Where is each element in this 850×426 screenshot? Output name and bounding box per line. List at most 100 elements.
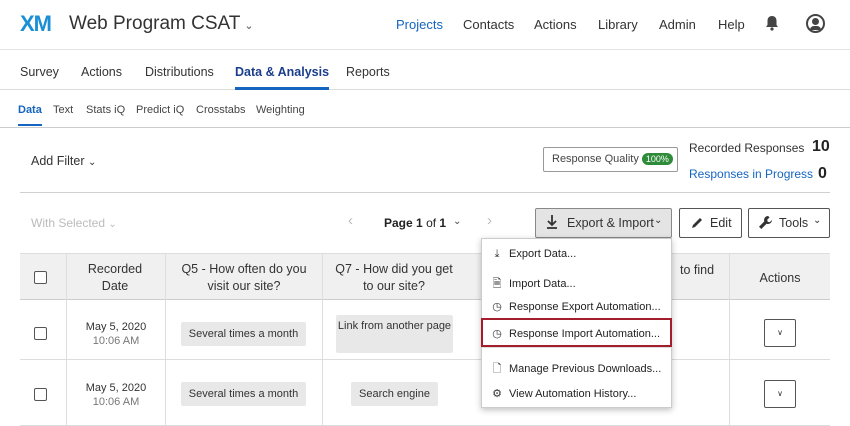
with-selected-dropdown[interactable]: With Selected ⌄ (31, 216, 117, 230)
nav-library[interactable]: Library (598, 17, 638, 32)
header-q7[interactable]: Q7 - How did you get to our site? (329, 261, 459, 295)
pencil-icon (690, 216, 704, 233)
with-selected-label: With Selected (31, 216, 106, 230)
next-page-icon[interactable]: › (487, 212, 492, 229)
responses-in-progress-link[interactable]: Responses in Progress (689, 167, 813, 181)
menu-label: Import Data... (509, 278, 576, 290)
header-partial-question[interactable]: to find (672, 262, 722, 279)
bell-icon[interactable] (765, 15, 779, 36)
chevron-down-icon: ⌄ (244, 20, 254, 32)
response-quality-button[interactable]: Response Quality 100% (543, 147, 678, 172)
chevron-down-icon: ⌄ (87, 157, 97, 168)
q5-answer-tag: Several times a month (181, 322, 306, 346)
date-text: May 5, 2020 (85, 321, 147, 333)
user-avatar-icon[interactable] (806, 14, 825, 33)
table-header: Recorded Date Q5 - How often do you visi… (20, 253, 830, 300)
page-word: Page (384, 216, 413, 230)
menu-item-import-data[interactable]: 🗎 Import Data... (490, 275, 576, 294)
header-recorded-date[interactable]: Recorded Date (75, 261, 155, 295)
clock-icon: ◷ (492, 301, 502, 313)
previous-page-icon[interactable]: ‹ (348, 212, 353, 229)
row-checkbox[interactable] (34, 327, 47, 340)
subtab-weighting[interactable]: Weighting (256, 104, 305, 116)
file-icon: 🗎 (492, 278, 502, 290)
nav-help[interactable]: Help (718, 17, 745, 32)
gear-icon: ⚙ (492, 388, 502, 400)
select-all-checkbox[interactable] (34, 271, 47, 284)
page-indicator[interactable]: Page 1 of 1 (384, 216, 446, 230)
chevron-down-icon: ⌄ (813, 215, 822, 226)
subtab-data[interactable]: Data (18, 104, 42, 126)
q7-answer-tag: Search engine (351, 382, 438, 406)
menu-item-response-export-automation[interactable]: ◷ Response Export Automation... (490, 300, 661, 313)
chevron-down-icon[interactable]: ⌄ (453, 216, 461, 227)
divider (20, 192, 830, 193)
subtab-stats-iq[interactable]: Stats iQ (86, 104, 125, 116)
download-icon (546, 214, 558, 233)
menu-item-manage-downloads[interactable]: 🗋 Manage Previous Downloads... (490, 360, 662, 379)
date-text: May 5, 2020 (85, 382, 147, 394)
document-icon: 🗋 (492, 363, 502, 375)
response-quality-label: Response Quality (552, 153, 639, 165)
tab-reports[interactable]: Reports (346, 65, 390, 79)
table-row: May 5, 2020 10:06 AM Several times a mont… (20, 300, 830, 360)
tab-distributions[interactable]: Distributions (145, 65, 214, 79)
export-import-label: Export & Import (567, 216, 654, 230)
sub-tabs: Data Text Stats iQ Predict iQ Crosstabs … (0, 90, 850, 128)
export-import-button[interactable]: Export & Import ⌄ (535, 208, 672, 238)
project-selector[interactable]: Web Program CSAT ⌄ (69, 13, 254, 35)
header-q5[interactable]: Q5 - How often do you visit our site? (172, 261, 316, 295)
tab-actions[interactable]: Actions (81, 65, 122, 79)
recorded-responses-label: Recorded Responses (689, 141, 805, 155)
page-total: 1 (439, 216, 447, 230)
tools-label: Tools (779, 216, 809, 230)
menu-item-view-automation-history[interactable]: ⚙ View Automation History... (490, 387, 636, 400)
download-icon: ⤓ (494, 248, 500, 260)
menu-label: View Automation History... (509, 388, 637, 400)
menu-label: Manage Previous Downloads... (509, 363, 662, 375)
time-text: 10:06 AM (92, 335, 140, 347)
main-tabs: Survey Actions Distributions Data & Anal… (0, 50, 850, 90)
row-actions-chevron-icon[interactable]: ∨ (764, 319, 796, 347)
response-quality-badge: 100% (641, 153, 673, 165)
q5-answer-tag: Several times a month (181, 382, 306, 406)
add-filter-label: Add Filter (31, 154, 85, 168)
row-actions-chevron-icon[interactable]: ∨ (764, 380, 796, 408)
subtab-crosstabs[interactable]: Crosstabs (196, 104, 246, 116)
recorded-date-cell: May 5, 2020 10:06 AM (66, 320, 166, 348)
nav-contacts[interactable]: Contacts (463, 17, 514, 32)
edit-button[interactable]: Edit (679, 208, 742, 238)
wrench-icon (758, 215, 773, 233)
recorded-date-cell: May 5, 2020 10:06 AM (66, 381, 166, 409)
xm-logo[interactable]: XM (20, 11, 52, 37)
menu-item-export-data[interactable]: ⤓ Export Data... (490, 248, 577, 261)
chevron-down-icon: ⌄ (108, 219, 117, 230)
header-actions: Actions (759, 271, 801, 285)
page-number: 1 (416, 216, 423, 230)
chevron-down-icon: ⌄ (654, 215, 663, 226)
nav-projects[interactable]: Projects (396, 17, 443, 32)
highlight-box (481, 318, 672, 347)
menu-divider (482, 347, 673, 348)
of-word: of (426, 216, 437, 230)
nav-actions[interactable]: Actions (534, 17, 577, 32)
menu-label: Export Data... (509, 248, 577, 260)
responses-table: Recorded Date Q5 - How often do you visi… (20, 253, 830, 426)
tab-survey[interactable]: Survey (20, 65, 59, 79)
subtab-predict-iq[interactable]: Predict iQ (136, 104, 184, 116)
add-filter-button[interactable]: Add Filter ⌄ (31, 154, 96, 168)
responses-in-progress-count: 0 (818, 165, 827, 182)
tab-data-analysis[interactable]: Data & Analysis (235, 65, 330, 90)
recorded-responses-count: 10 (812, 138, 830, 155)
subtab-text[interactable]: Text (53, 104, 73, 116)
menu-label: Response Export Automation... (509, 301, 661, 313)
table-row: May 5, 2020 10:06 AM Several times a mont… (20, 366, 830, 426)
project-name: Web Program CSAT (69, 13, 241, 34)
tools-button[interactable]: Tools ⌄ (748, 208, 830, 238)
top-bar: XM Web Program CSAT ⌄ Projects Contacts A… (0, 0, 850, 50)
time-text: 10:06 AM (92, 396, 140, 408)
row-checkbox[interactable] (34, 388, 47, 401)
nav-admin[interactable]: Admin (659, 17, 696, 32)
edit-label: Edit (710, 216, 732, 230)
q7-answer-tag: Link from another page (336, 315, 453, 353)
